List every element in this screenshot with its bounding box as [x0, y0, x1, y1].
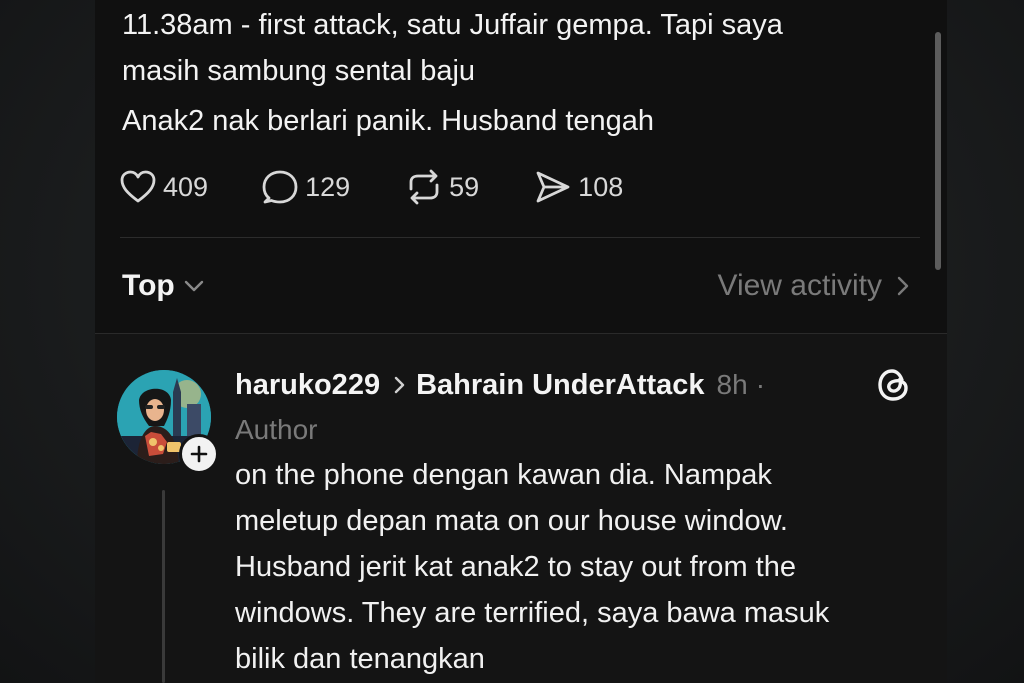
post-body: 11.38am - first attack, satu Juffair gem…: [95, 0, 947, 333]
reply-count: 129: [305, 171, 351, 202]
threads-icon[interactable]: [875, 366, 913, 409]
view-activity-label: View activity: [717, 269, 882, 302]
sort-dropdown[interactable]: Top: [122, 262, 205, 310]
repost-count: 59: [449, 171, 480, 202]
reply-post: haruko229 Bahrain UnderAttack 8h · Autho…: [95, 334, 947, 683]
share-button[interactable]: 108: [534, 169, 623, 205]
reply-button[interactable]: 129: [261, 169, 350, 205]
send-icon: [536, 171, 570, 203]
reply-text-line-4: windows. They are terrified, saya bawa m…: [235, 597, 830, 629]
post-actions: 409 129 59 108: [119, 164, 623, 210]
repost-icon: [409, 169, 439, 205]
separator-dot: ·: [755, 369, 766, 400]
divider: [120, 237, 920, 238]
timestamp: 8h: [716, 369, 748, 400]
chevron-right-icon: [897, 276, 909, 296]
threads-app-screen: 11.38am - first attack, satu Juffair gem…: [95, 0, 947, 683]
heart-icon: [120, 170, 156, 203]
scrollbar[interactable]: [935, 32, 941, 270]
reply-text-line-5: bilik dan tenangkan: [235, 643, 485, 675]
reply-text-line-1: on the phone dengan kawan dia. Nampak: [235, 459, 772, 491]
view-activity-link[interactable]: View activity: [717, 262, 910, 310]
comment-icon: [262, 170, 298, 204]
plus-icon: [190, 445, 208, 463]
share-count: 108: [578, 171, 624, 202]
post-text-line-3: Anak2 nak berlari panik. Husband tengah: [122, 105, 655, 137]
like-button[interactable]: 409: [119, 169, 208, 205]
thread-line: [162, 490, 165, 683]
reply-text-line-2: meletup depan mata on our house window.: [235, 505, 788, 537]
chevron-right-icon: [394, 376, 405, 394]
repost-button[interactable]: 59: [405, 169, 479, 205]
post-text-line-2: masih sambung sental baju: [122, 55, 476, 87]
like-count: 409: [163, 171, 209, 202]
follow-button[interactable]: [179, 434, 219, 474]
reply-text-line-3: Husband jerit kat anak2 to stay out from…: [235, 551, 796, 583]
post-text-line-1: 11.38am - first attack, satu Juffair gem…: [122, 9, 783, 41]
author-label: Author: [235, 414, 318, 445]
sort-label: Top: [122, 269, 175, 302]
chevron-down-icon: [184, 280, 203, 292]
username[interactable]: haruko229: [235, 369, 380, 402]
reply-header: haruko229 Bahrain UnderAttack 8h ·: [235, 364, 765, 406]
community-name[interactable]: Bahrain UnderAttack: [416, 369, 704, 402]
